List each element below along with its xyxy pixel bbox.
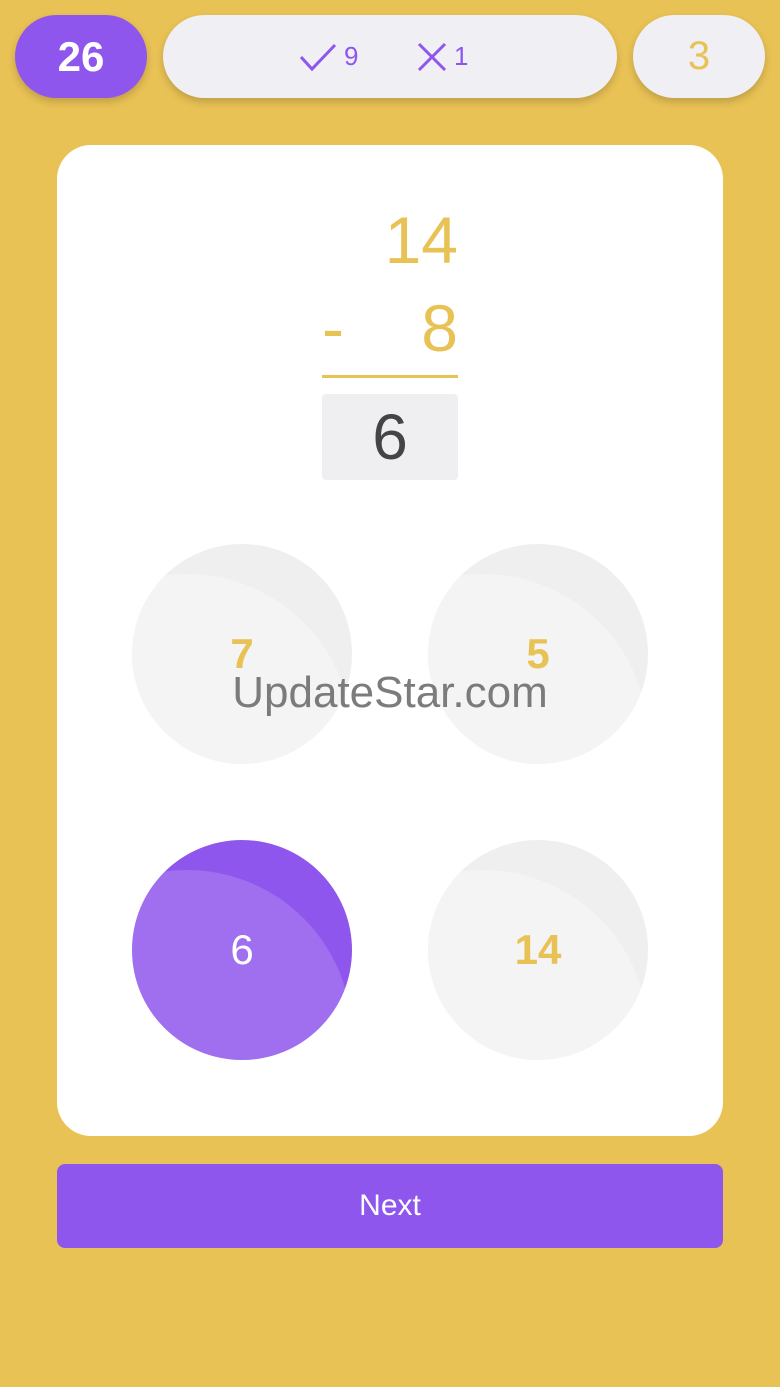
cross-icon	[417, 42, 447, 71]
sum-line	[322, 375, 458, 378]
option-label: 6	[230, 926, 254, 973]
operator-sign: -	[322, 291, 344, 365]
tally-bar: 9 1	[163, 15, 617, 98]
level-badge: 3	[633, 15, 765, 98]
option-button[interactable]: 7	[132, 544, 352, 764]
score-badge: 26	[15, 15, 147, 98]
next-label: Next	[359, 1189, 421, 1222]
wrong-tally: 1	[416, 15, 468, 98]
bottom-number: 8	[421, 291, 458, 365]
option-button[interactable]: 5	[428, 544, 648, 764]
option-button[interactable]: 6	[132, 840, 352, 1060]
score-value: 26	[57, 32, 105, 80]
next-button[interactable]: Next	[57, 1164, 723, 1248]
correct-tally: 9	[298, 15, 358, 98]
wrong-count: 1	[454, 41, 469, 71]
check-icon	[299, 43, 337, 71]
answer-value: 6	[372, 401, 408, 473]
level-value: 3	[687, 34, 711, 78]
top-number: 14	[384, 203, 458, 277]
answer-box: 6	[322, 394, 458, 480]
watermark-text: UpdateStar.com	[232, 668, 548, 717]
option-label: 14	[514, 926, 562, 973]
correct-count: 9	[344, 41, 359, 71]
option-button[interactable]: 14	[428, 840, 648, 1060]
